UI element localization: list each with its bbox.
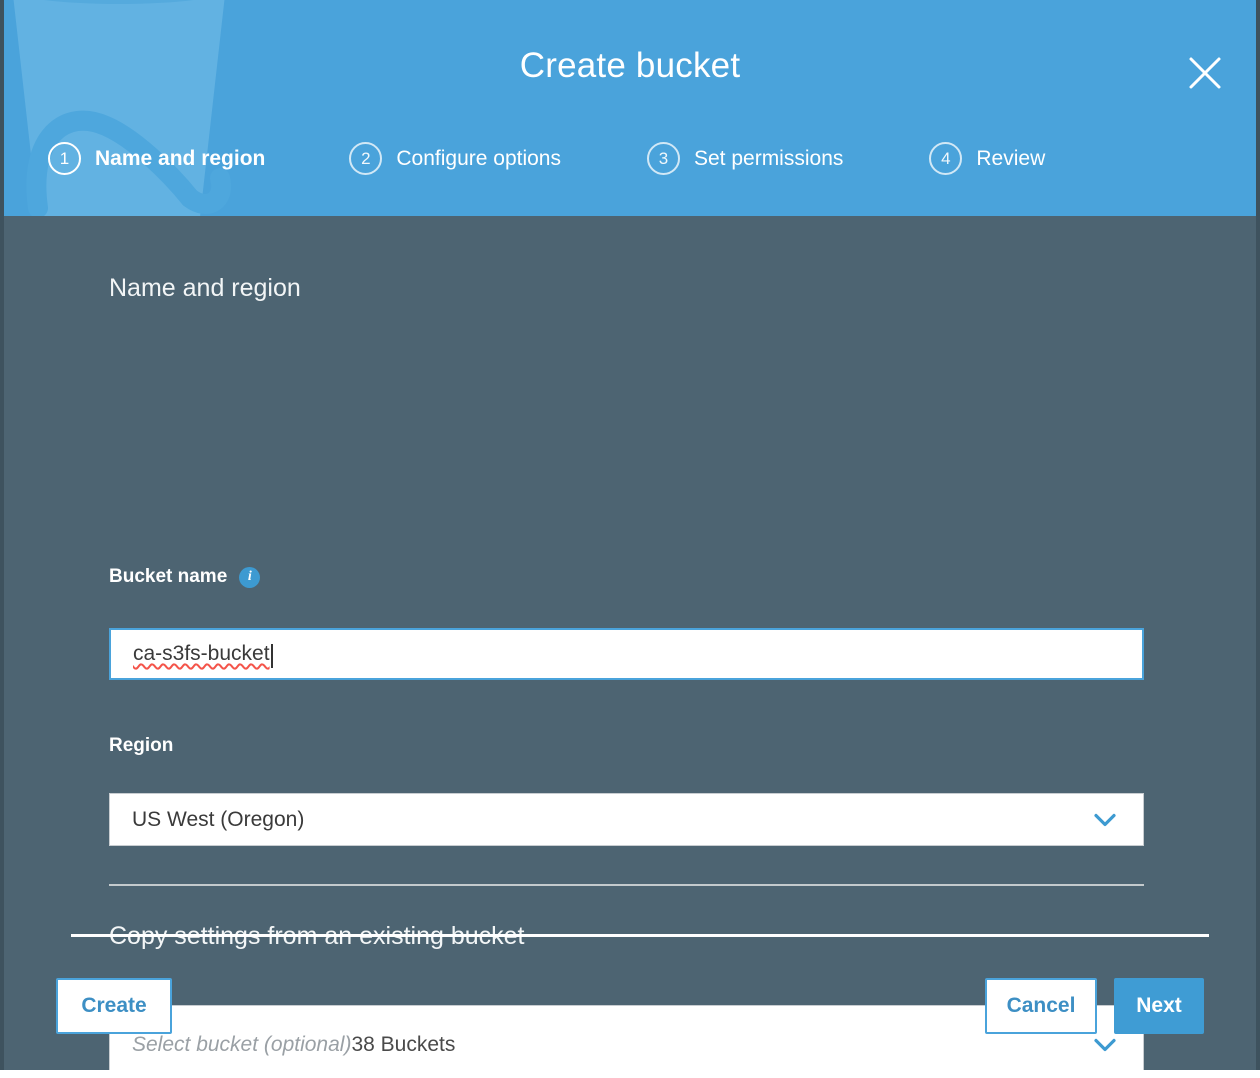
modal-title: Create bucket xyxy=(519,46,741,85)
page-bottom-strip xyxy=(0,1070,1260,1078)
bucket-name-label-group: Bucket name i xyxy=(109,566,261,588)
step-label: Configure options xyxy=(396,146,561,170)
step-label: Set permissions xyxy=(693,146,844,170)
section-title: Name and region xyxy=(109,274,301,302)
step-name-and-region[interactable]: 1 Name and region xyxy=(48,142,265,175)
modal-header: Create bucket 1 Name and region 2 Config… xyxy=(4,0,1256,216)
region-label: Region xyxy=(109,735,173,757)
bucket-pail-watermark-icon xyxy=(13,0,232,216)
step-configure-options[interactable]: 2 Configure options xyxy=(349,142,561,175)
bucket-name-value: ca-s3fs-bucket xyxy=(133,642,270,665)
bucket-name-input[interactable]: ca-s3fs-bucket xyxy=(109,628,1144,680)
cancel-button[interactable]: Cancel xyxy=(985,978,1097,1034)
info-icon[interactable]: i xyxy=(239,566,261,588)
step-number: 3 xyxy=(646,142,680,175)
footer-divider xyxy=(71,934,1209,937)
create-bucket-modal: Create bucket 1 Name and region 2 Config… xyxy=(0,0,1260,1070)
chevron-down-icon xyxy=(1093,812,1117,827)
bucket-name-label-text: Bucket name xyxy=(109,566,228,587)
region-value: US West (Oregon) xyxy=(132,807,305,831)
chevron-down-icon xyxy=(1093,1038,1117,1053)
bucket-name-label: Bucket name i xyxy=(109,566,261,588)
step-label: Review xyxy=(976,146,1046,170)
step-set-permissions[interactable]: 3 Set permissions xyxy=(646,142,844,175)
step-number: 4 xyxy=(929,142,963,175)
next-button[interactable]: Next xyxy=(1114,978,1204,1034)
create-button[interactable]: Create xyxy=(56,978,172,1034)
step-number: 2 xyxy=(349,142,383,175)
modal-body: Name and region Bucket name i ca-s3fs-bu… xyxy=(4,216,1256,1070)
step-review[interactable]: 4 Review xyxy=(929,142,1045,175)
footer-right-actions: Cancel Next xyxy=(985,978,1204,1034)
step-number: 1 xyxy=(48,142,81,175)
close-button[interactable] xyxy=(1182,50,1228,96)
wizard-steps: 1 Name and region 2 Configure options 3 … xyxy=(48,142,1226,175)
step-label: Name and region xyxy=(95,146,266,170)
text-caret xyxy=(270,644,273,668)
close-x-icon xyxy=(1189,57,1221,89)
modal-footer: Create Cancel Next xyxy=(4,975,1256,1037)
section-divider xyxy=(109,884,1144,886)
region-label-group: Region xyxy=(109,735,173,757)
region-select[interactable]: US West (Oregon) xyxy=(109,793,1144,846)
region-label-text: Region xyxy=(109,735,174,756)
